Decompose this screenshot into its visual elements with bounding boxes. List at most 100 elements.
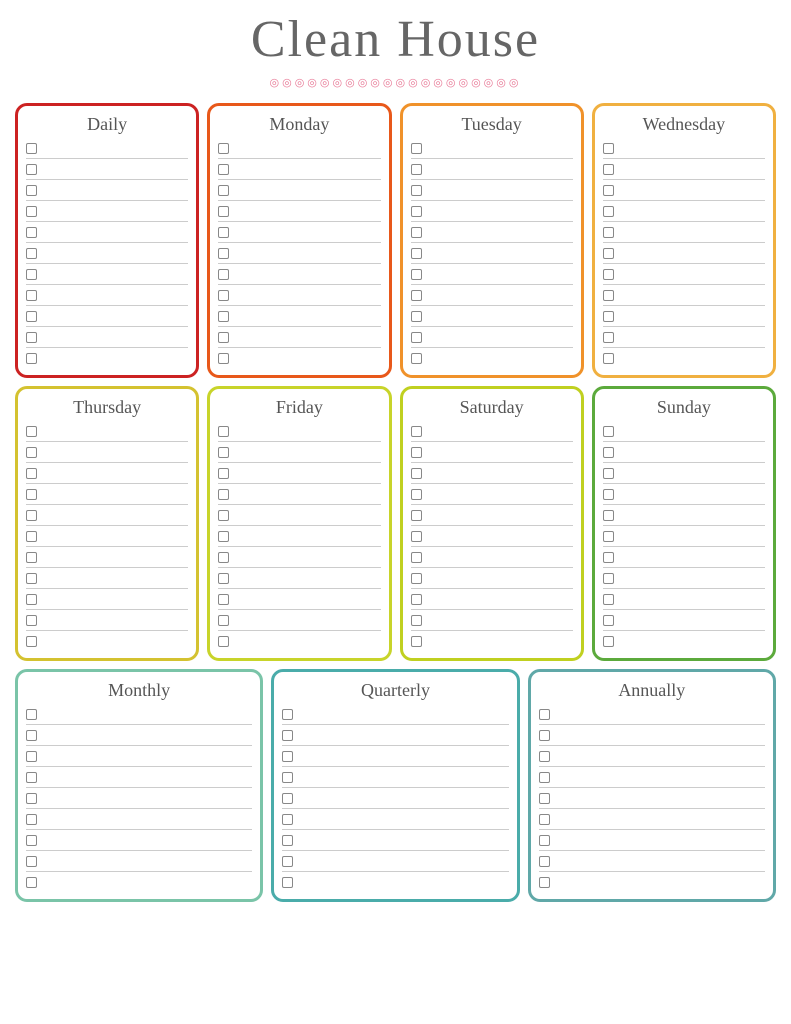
checkbox[interactable] bbox=[218, 594, 229, 605]
checkbox[interactable] bbox=[218, 353, 229, 364]
checkbox[interactable] bbox=[218, 185, 229, 196]
checkbox[interactable] bbox=[26, 447, 37, 458]
checkbox[interactable] bbox=[26, 510, 37, 521]
checkbox[interactable] bbox=[411, 353, 422, 364]
checkbox[interactable] bbox=[218, 227, 229, 238]
checkbox[interactable] bbox=[539, 709, 550, 720]
checkbox[interactable] bbox=[603, 248, 614, 259]
checkbox[interactable] bbox=[26, 856, 37, 867]
checkbox[interactable] bbox=[411, 269, 422, 280]
checkbox[interactable] bbox=[603, 353, 614, 364]
checkbox[interactable] bbox=[26, 143, 37, 154]
checkbox[interactable] bbox=[411, 468, 422, 479]
checkbox[interactable] bbox=[26, 531, 37, 542]
checkbox[interactable] bbox=[282, 814, 293, 825]
checkbox[interactable] bbox=[26, 489, 37, 500]
checkbox[interactable] bbox=[218, 552, 229, 563]
checkbox[interactable] bbox=[26, 709, 37, 720]
checkbox[interactable] bbox=[218, 332, 229, 343]
checkbox[interactable] bbox=[218, 206, 229, 217]
checkbox[interactable] bbox=[603, 206, 614, 217]
checkbox[interactable] bbox=[539, 814, 550, 825]
checkbox[interactable] bbox=[26, 877, 37, 888]
checkbox[interactable] bbox=[26, 835, 37, 846]
checkbox[interactable] bbox=[411, 426, 422, 437]
checkbox[interactable] bbox=[539, 751, 550, 762]
checkbox[interactable] bbox=[218, 143, 229, 154]
checkbox[interactable] bbox=[282, 877, 293, 888]
checkbox[interactable] bbox=[282, 751, 293, 762]
checkbox[interactable] bbox=[539, 772, 550, 783]
checkbox[interactable] bbox=[218, 269, 229, 280]
checkbox[interactable] bbox=[282, 835, 293, 846]
checkbox[interactable] bbox=[282, 730, 293, 741]
checkbox[interactable] bbox=[603, 468, 614, 479]
checkbox[interactable] bbox=[411, 185, 422, 196]
checkbox[interactable] bbox=[603, 615, 614, 626]
checkbox[interactable] bbox=[26, 426, 37, 437]
checkbox[interactable] bbox=[411, 552, 422, 563]
checkbox[interactable] bbox=[26, 248, 37, 259]
checkbox[interactable] bbox=[218, 248, 229, 259]
checkbox[interactable] bbox=[411, 531, 422, 542]
checkbox[interactable] bbox=[603, 311, 614, 322]
checkbox[interactable] bbox=[26, 751, 37, 762]
checkbox[interactable] bbox=[218, 164, 229, 175]
checkbox[interactable] bbox=[26, 227, 37, 238]
checkbox[interactable] bbox=[603, 143, 614, 154]
checkbox[interactable] bbox=[218, 489, 229, 500]
checkbox[interactable] bbox=[218, 636, 229, 647]
checkbox[interactable] bbox=[282, 709, 293, 720]
checkbox[interactable] bbox=[411, 489, 422, 500]
checkbox[interactable] bbox=[411, 311, 422, 322]
checkbox[interactable] bbox=[26, 269, 37, 280]
checkbox[interactable] bbox=[26, 290, 37, 301]
checkbox[interactable] bbox=[26, 636, 37, 647]
checkbox[interactable] bbox=[411, 510, 422, 521]
checkbox[interactable] bbox=[411, 227, 422, 238]
checkbox[interactable] bbox=[603, 489, 614, 500]
checkbox[interactable] bbox=[411, 594, 422, 605]
checkbox[interactable] bbox=[26, 311, 37, 322]
checkbox[interactable] bbox=[539, 877, 550, 888]
checkbox[interactable] bbox=[539, 856, 550, 867]
checkbox[interactable] bbox=[218, 290, 229, 301]
checkbox[interactable] bbox=[603, 636, 614, 647]
checkbox[interactable] bbox=[218, 447, 229, 458]
checkbox[interactable] bbox=[603, 531, 614, 542]
checkbox[interactable] bbox=[539, 793, 550, 804]
checkbox[interactable] bbox=[603, 426, 614, 437]
checkbox[interactable] bbox=[282, 856, 293, 867]
checkbox[interactable] bbox=[411, 143, 422, 154]
checkbox[interactable] bbox=[603, 269, 614, 280]
checkbox[interactable] bbox=[218, 311, 229, 322]
checkbox[interactable] bbox=[218, 468, 229, 479]
checkbox[interactable] bbox=[26, 615, 37, 626]
checkbox[interactable] bbox=[411, 206, 422, 217]
checkbox[interactable] bbox=[26, 594, 37, 605]
checkbox[interactable] bbox=[603, 594, 614, 605]
checkbox[interactable] bbox=[411, 164, 422, 175]
checkbox[interactable] bbox=[282, 772, 293, 783]
checkbox[interactable] bbox=[411, 615, 422, 626]
checkbox[interactable] bbox=[411, 573, 422, 584]
checkbox[interactable] bbox=[26, 730, 37, 741]
checkbox[interactable] bbox=[603, 447, 614, 458]
checkbox[interactable] bbox=[282, 793, 293, 804]
checkbox[interactable] bbox=[218, 510, 229, 521]
checkbox[interactable] bbox=[26, 185, 37, 196]
checkbox[interactable] bbox=[26, 814, 37, 825]
checkbox[interactable] bbox=[603, 164, 614, 175]
checkbox[interactable] bbox=[218, 615, 229, 626]
checkbox[interactable] bbox=[411, 248, 422, 259]
checkbox[interactable] bbox=[26, 772, 37, 783]
checkbox[interactable] bbox=[218, 531, 229, 542]
checkbox[interactable] bbox=[603, 552, 614, 563]
checkbox[interactable] bbox=[218, 573, 229, 584]
checkbox[interactable] bbox=[411, 636, 422, 647]
checkbox[interactable] bbox=[26, 793, 37, 804]
checkbox[interactable] bbox=[603, 185, 614, 196]
checkbox[interactable] bbox=[26, 552, 37, 563]
checkbox[interactable] bbox=[603, 290, 614, 301]
checkbox[interactable] bbox=[218, 426, 229, 437]
